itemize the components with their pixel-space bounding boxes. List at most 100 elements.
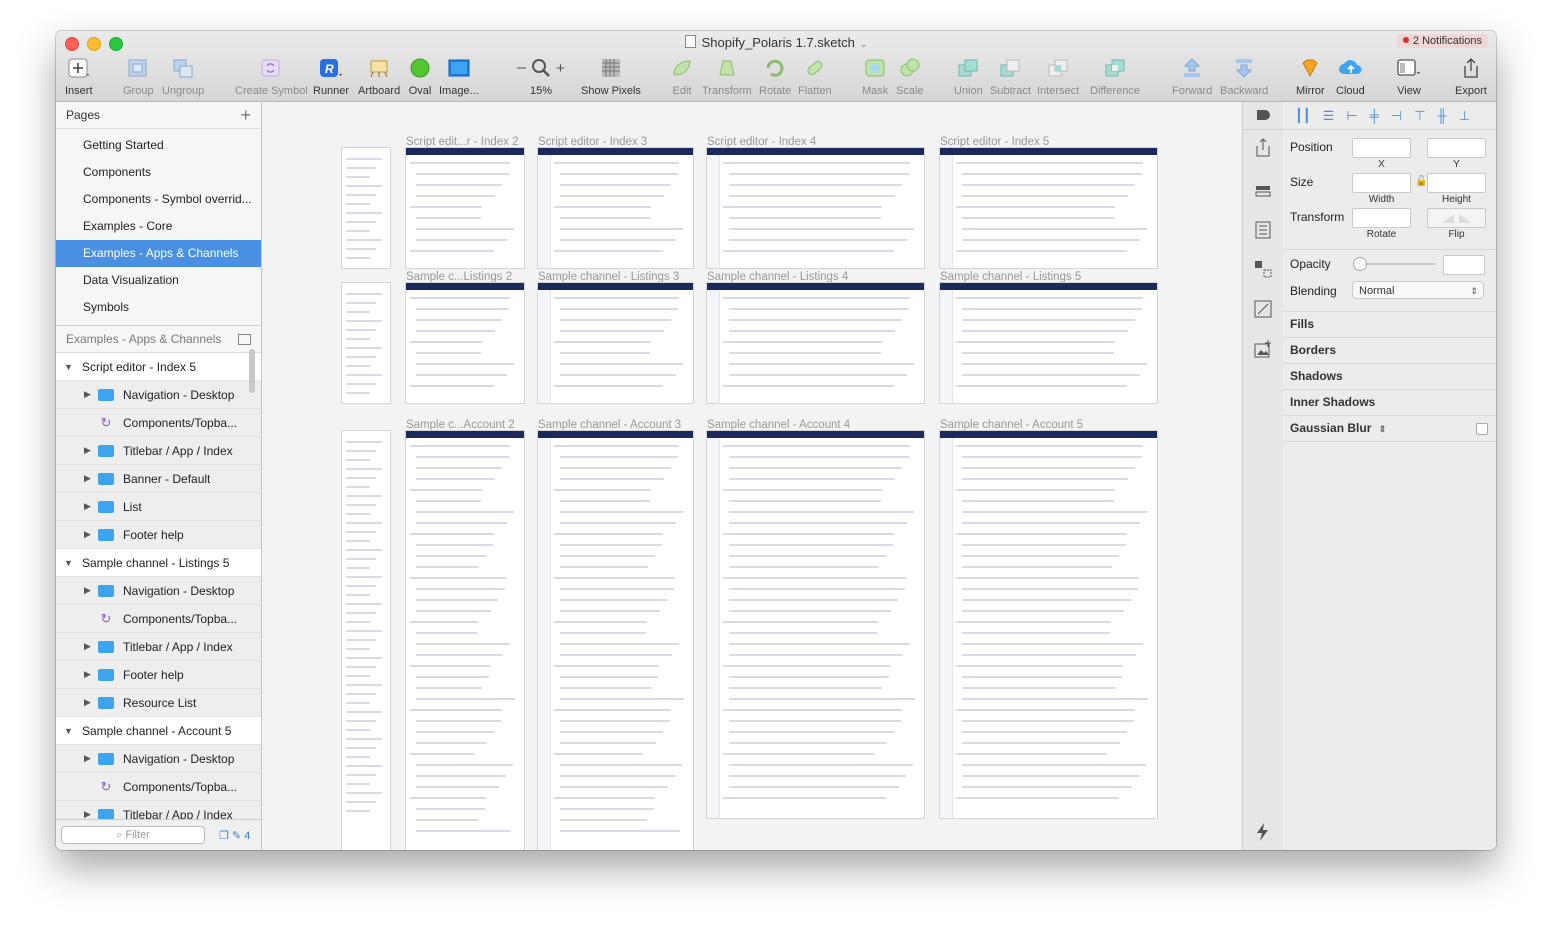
artboard-label[interactable]: Sample channel - Listings 4	[707, 271, 848, 283]
zoom-control[interactable]: – + 15%	[513, 57, 569, 97]
align-bottom-icon[interactable]: ⊥	[1459, 108, 1470, 124]
disclosure-right-icon[interactable]: ▶	[84, 697, 98, 708]
forward-button[interactable]: Forward	[1172, 57, 1212, 97]
page-item[interactable]: Examples - Core	[56, 213, 261, 240]
page-item[interactable]: Components - Symbol overrid...	[56, 186, 261, 213]
artboard-thumbnail[interactable]	[940, 283, 1157, 403]
artboard-thumbnail[interactable]	[707, 431, 924, 818]
artboard-thumbnail[interactable]	[707, 283, 924, 403]
distribute-vertical-icon[interactable]: ☰	[1323, 108, 1335, 124]
layer-item[interactable]: ▶ Titlebar / App / Index	[56, 437, 261, 465]
scale-button[interactable]: Scale	[896, 57, 924, 97]
zoom-out-button[interactable]: –	[517, 59, 526, 77]
layer-item[interactable]: ↻ Components/Topba...	[56, 605, 261, 633]
opacity-slider-track[interactable]	[1357, 263, 1435, 265]
disclosure-right-icon[interactable]: ▶	[84, 529, 98, 540]
disclosure-right-icon[interactable]: ▶	[84, 641, 98, 652]
backward-button[interactable]: Backward	[1220, 57, 1268, 97]
artboard-label[interactable]: Sample c...Listings 2	[406, 271, 512, 283]
mask-button[interactable]: Mask	[862, 57, 888, 97]
mirror-button[interactable]: Mirror	[1296, 57, 1325, 97]
add-image-icon[interactable]	[1253, 339, 1273, 359]
zoom-in-button[interactable]: +	[556, 60, 565, 77]
page-item-selected[interactable]: Examples - Apps & Channels	[56, 240, 261, 267]
width-input[interactable]	[1352, 173, 1411, 193]
union-button[interactable]: Union	[954, 57, 983, 97]
document-title[interactable]: Shopify_Polaris 1.7.sketch ⌄	[56, 35, 1496, 50]
layer-item[interactable]: ▶ Footer help	[56, 521, 261, 549]
export-button[interactable]: Export	[1455, 57, 1487, 97]
layer-item[interactable]: ▶ Navigation - Desktop	[56, 381, 261, 409]
lightning-icon[interactable]	[1253, 822, 1273, 842]
create-symbol-button[interactable]: Create Symbol	[235, 57, 308, 97]
disclosure-right-icon[interactable]: ▶	[84, 753, 98, 764]
artboard-label[interactable]: Sample channel - Account 5	[940, 419, 1083, 431]
artboard-label[interactable]: Sample c...Account 2	[406, 419, 515, 431]
blending-select[interactable]: Normal ⇕	[1352, 281, 1484, 299]
group-button[interactable]: Group	[123, 57, 154, 97]
runner-button[interactable]: R Runner	[313, 57, 349, 97]
artboard-thumbnail[interactable]	[342, 283, 390, 403]
text-style-icon[interactable]	[1253, 220, 1273, 240]
disclosure-right-icon[interactable]: ▶	[84, 445, 98, 456]
page-item[interactable]: Data Visualization	[56, 267, 261, 294]
disclosure-right-icon[interactable]: ▶	[84, 389, 98, 400]
filter-input[interactable]: ⌕ Filter	[61, 826, 205, 844]
layer-item[interactable]: ▶ Resource List	[56, 689, 261, 717]
disclosure-down-icon[interactable]: ▼	[64, 726, 82, 736]
artboard-thumbnail[interactable]	[406, 283, 524, 403]
layer-item[interactable]: ↻ Components/Topba...	[56, 773, 261, 801]
image-button[interactable]: Image...	[439, 57, 479, 97]
gaussian-blur-section[interactable]: Gaussian Blur ⇕	[1283, 415, 1496, 442]
artboard-thumbnail[interactable]	[940, 148, 1157, 268]
inner-shadows-section[interactable]: Inner Shadows	[1283, 389, 1496, 415]
distribute-horizontal-icon[interactable]: ┃┃	[1295, 108, 1311, 124]
disclosure-down-icon[interactable]: ▼	[64, 558, 82, 568]
prototype-icon[interactable]	[1253, 299, 1273, 319]
artboard-thumbnail[interactable]	[406, 431, 524, 850]
notifications-badge[interactable]: 2 Notifications	[1396, 34, 1488, 48]
artboard-thumbnail[interactable]	[940, 431, 1157, 818]
blur-type-arrows-icon[interactable]: ⇕	[1379, 424, 1387, 434]
layer-item[interactable]: ▶ Banner - Default	[56, 465, 261, 493]
collapse-pages-icon[interactable]	[238, 333, 251, 345]
oval-button[interactable]: Oval	[408, 57, 432, 97]
rotate-input[interactable]	[1352, 208, 1411, 228]
view-button[interactable]: View	[1397, 57, 1421, 97]
show-pixels-button[interactable]: Show Pixels	[581, 57, 641, 97]
layer-item[interactable]: ▶ Navigation - Desktop	[56, 577, 261, 605]
align-middle-icon[interactable]: ╫	[1438, 108, 1447, 123]
intersect-button[interactable]: Intersect	[1037, 57, 1079, 97]
inspector-mode-icon[interactable]	[1243, 102, 1283, 130]
disclosure-down-icon[interactable]: ▼	[64, 362, 82, 372]
flip-control[interactable]	[1427, 208, 1486, 228]
subtract-button[interactable]: Subtract	[990, 57, 1031, 97]
align-center-icon[interactable]: ╪	[1370, 108, 1379, 123]
height-input[interactable]	[1427, 173, 1486, 193]
lock-ratio-icon[interactable]: 🔓	[1415, 176, 1427, 187]
add-page-icon[interactable]: +	[240, 105, 251, 126]
artboard-thumbnail[interactable]	[342, 431, 390, 850]
insert-button[interactable]: Insert	[65, 57, 93, 97]
artboard-label[interactable]: Script editor - Index 5	[940, 136, 1049, 148]
position-y-input[interactable]	[1427, 138, 1486, 158]
artboard-label[interactable]: Sample channel - Account 4	[707, 419, 850, 431]
artboard-thumbnail[interactable]	[538, 431, 693, 850]
layer-item[interactable]: ▶ Navigation - Desktop	[56, 745, 261, 773]
artboard-thumbnail[interactable]	[707, 148, 924, 268]
artboard-label[interactable]: Sample channel - Account 3	[538, 419, 681, 431]
shadows-section[interactable]: Shadows	[1283, 363, 1496, 389]
artboard-label[interactable]: Sample channel - Listings 3	[538, 271, 679, 283]
layer-item[interactable]: ▶ Titlebar / App / Index	[56, 633, 261, 661]
layer-group[interactable]: ▼ Script editor - Index 5	[56, 353, 261, 381]
fills-section[interactable]: Fills	[1283, 311, 1496, 337]
canvas[interactable]: Script edit...r - Index 2 Script editor -…	[262, 102, 1241, 850]
layer-item[interactable]: ↻ Components/Topba...	[56, 409, 261, 437]
opacity-slider-handle[interactable]	[1353, 257, 1367, 271]
page-item[interactable]: Getting Started	[56, 132, 261, 159]
align-top-icon[interactable]: ⊤	[1414, 108, 1425, 124]
share-icon[interactable]	[1253, 138, 1273, 158]
disclosure-right-icon[interactable]: ▶	[84, 501, 98, 512]
edit-button[interactable]: Edit	[670, 57, 694, 97]
layer-group[interactable]: ▼ Sample channel - Listings 5	[56, 549, 261, 577]
